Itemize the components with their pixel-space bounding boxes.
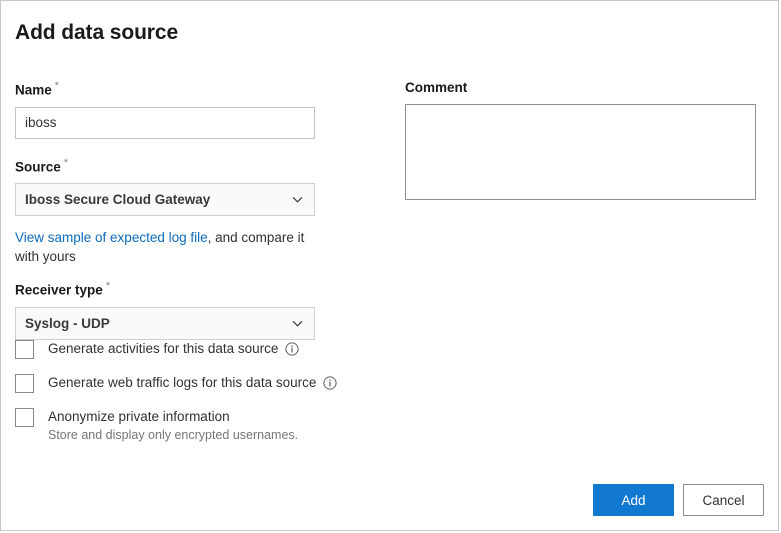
comment-label: Comment: [405, 80, 468, 95]
checkbox-text: Generate web traffic logs for this data …: [48, 373, 338, 392]
name-required-asterisk: *: [54, 80, 60, 92]
source-label-text: Source: [15, 159, 61, 174]
checkbox-generate-web-traffic-logs[interactable]: [15, 374, 34, 393]
checkbox-label-wrapper: Generate web traffic logs for this data …: [48, 373, 338, 392]
add-button[interactable]: Add: [593, 484, 674, 516]
receiver-type-label-text: Receiver type: [15, 282, 103, 298]
checkbox-row-generate-web-traffic-logs[interactable]: Generate web traffic logs for this data …: [15, 373, 338, 393]
name-label: Name *: [15, 80, 315, 98]
receiver-type-required-asterisk: *: [105, 280, 111, 292]
receiver-type-label: Receiver type *: [15, 280, 315, 298]
checkbox-label: Anonymize private information: [48, 409, 230, 424]
checkbox-label-wrapper: Anonymize private information: [48, 407, 298, 426]
source-label: Source *: [15, 157, 315, 175]
checkbox-sublabel: Store and display only encrypted usernam…: [48, 428, 299, 442]
receiver-type-select[interactable]: Syslog - UDP: [15, 306, 315, 340]
checkbox-anonymize-private-information[interactable]: [15, 408, 34, 427]
receiver-type-select-value: Syslog - UDP: [25, 315, 110, 331]
source-select[interactable]: Iboss Secure Cloud Gateway: [15, 183, 315, 216]
add-data-source-dialog: Add data source Name* Source* Iboss Secu…: [0, 0, 779, 531]
checkbox-generate-activities[interactable]: [15, 340, 34, 359]
chevron-down-icon: [292, 194, 303, 205]
cancel-button[interactable]: Cancel: [683, 484, 764, 516]
name-label-text: Name: [15, 82, 52, 98]
checkbox-label: Generate activities for this data source: [48, 341, 279, 356]
info-icon[interactable]: [323, 375, 338, 390]
chevron-down-icon: [292, 318, 303, 329]
checkbox-text: Anonymize private information Store and …: [48, 407, 298, 444]
dialog-footer: Add Cancel: [593, 484, 764, 516]
info-icon[interactable]: [285, 341, 299, 356]
checkbox-row-anonymize-private-information[interactable]: Anonymize private information Store and …: [15, 407, 337, 444]
sample-log-help: View sample of expected log file, and co…: [15, 228, 317, 266]
left-column: Name* Source* Iboss Secure Cloud Gateway…: [15, 80, 315, 340]
checkbox-row-generate-activities[interactable]: Generate activities for this data source: [15, 339, 337, 359]
source-required-asterisk: *: [63, 156, 69, 169]
right-column: Comment: [405, 80, 756, 200]
source-select-value: Iboss Secure Cloud Gateway: [25, 192, 211, 207]
checkbox-text: Generate activities for this data source: [48, 339, 299, 358]
view-sample-log-link[interactable]: View sample of expected log file: [15, 230, 208, 245]
checkbox-label-wrapper: Generate activities for this data source: [48, 339, 299, 358]
comment-textarea[interactable]: [405, 104, 756, 200]
checkbox-label: Generate web traffic logs for this data …: [48, 375, 317, 390]
page-title: Add data source: [15, 21, 179, 44]
name-input[interactable]: [15, 106, 315, 139]
options-checkbox-group: Generate activities for this data source…: [15, 339, 338, 458]
